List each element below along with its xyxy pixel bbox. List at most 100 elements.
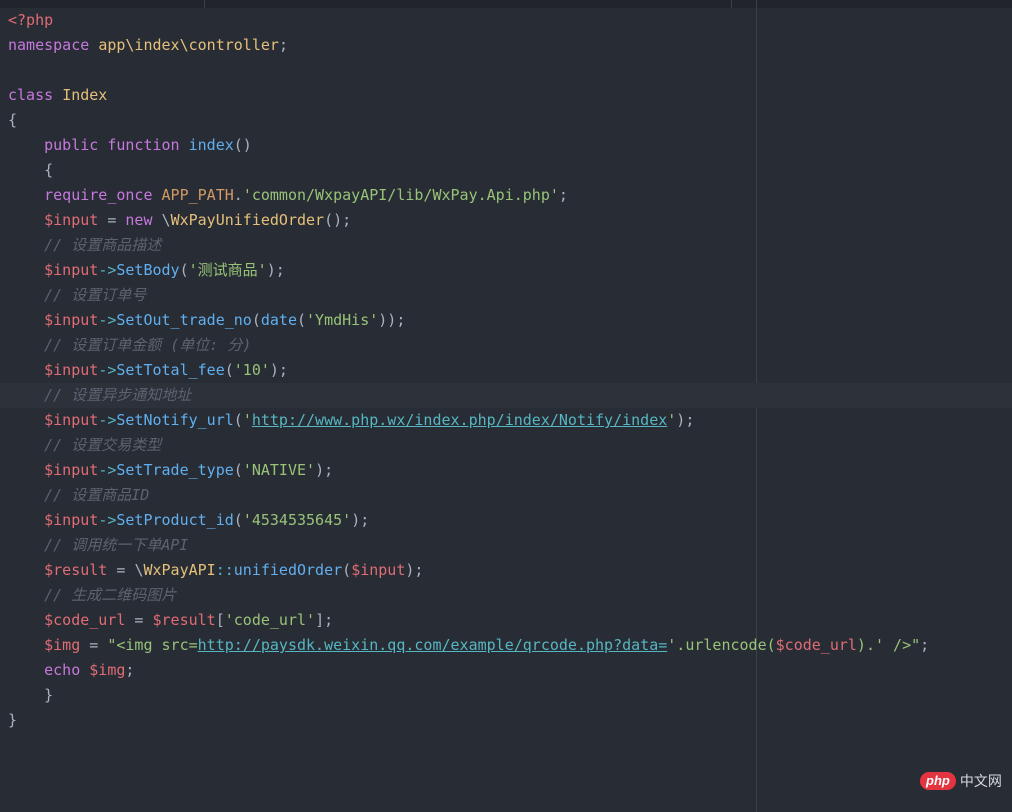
code-line[interactable]: $input->SetProduct_id('4534535645'); (0, 508, 1012, 533)
code-token: $result (152, 611, 216, 629)
code-token: :: (215, 561, 234, 579)
code-line[interactable]: { (0, 108, 1012, 133)
php-logo: php (920, 772, 956, 790)
code-line[interactable]: $input = new \WxPayUnifiedOrder(); (0, 208, 1012, 233)
code-token: ; (125, 661, 135, 679)
code-token: $input (8, 211, 99, 229)
code-line[interactable]: $img = "<img src=http://paysdk.weixin.qq… (0, 633, 1012, 658)
code-line[interactable]: require_once APP_PATH.'common/WxpayAPI/l… (0, 183, 1012, 208)
code-token: <?php (8, 11, 54, 29)
code-token: index (188, 136, 234, 154)
code-token: 'code_url' (224, 611, 316, 629)
code-token: SetTrade_type (116, 461, 234, 479)
code-token: // 设置异步通知地址 (8, 386, 192, 404)
code-token: WxPayUnifiedOrder (170, 211, 325, 229)
code-line[interactable]: $code_url = $result['code_url']; (0, 608, 1012, 633)
code-token: 'NATIVE' (242, 461, 316, 479)
code-line[interactable]: <?php (0, 8, 1012, 33)
code-token: $input (351, 561, 406, 579)
code-line-content: // 设置订单金额 (单位: 分) (8, 333, 251, 358)
code-token: ( (233, 461, 243, 479)
code-token: -> (98, 511, 117, 529)
code-token: '10' (233, 361, 270, 379)
code-token: )); (378, 311, 406, 329)
code-line[interactable]: public function index() (0, 133, 1012, 158)
code-token: ]; (315, 611, 334, 629)
code-line-content: // 设置商品ID (8, 483, 149, 508)
code-token: SetBody (116, 261, 180, 279)
code-token: ; (558, 186, 568, 204)
code-line[interactable]: namespace app\index\controller; (0, 33, 1012, 58)
code-line[interactable]: { (0, 158, 1012, 183)
code-line[interactable]: $input->SetBody('测试商品'); (0, 258, 1012, 283)
code-line-content: // 生成二维码图片 (8, 583, 176, 608)
code-token: 'common/WxpayAPI/lib/WxPay.Api.php' (242, 186, 559, 204)
code-line[interactable]: $input->SetTrade_type('NATIVE'); (0, 458, 1012, 483)
code-token: ; (278, 36, 288, 54)
watermark: php 中文网 (920, 770, 1002, 792)
code-token: } (8, 686, 54, 704)
code-line-content: $input = new \WxPayUnifiedOrder(); (8, 208, 351, 233)
code-line[interactable]: // 设置商品描述 (0, 233, 1012, 258)
code-token: new (125, 211, 162, 229)
code-token: { (8, 111, 18, 129)
code-line[interactable]: // 设置商品ID (0, 483, 1012, 508)
code-token: SetOut_trade_no (116, 311, 252, 329)
code-token: = (80, 636, 108, 654)
code-token: ( (342, 561, 352, 579)
code-token: $input (8, 311, 99, 329)
code-token: $result (8, 561, 108, 579)
code-token: -> (98, 411, 117, 429)
code-line-content: // 设置交易类型 (8, 433, 161, 458)
tab-bar (0, 0, 1012, 8)
code-line-content: <?php (8, 8, 53, 33)
code-token: $img (89, 661, 126, 679)
tab-segment[interactable] (205, 0, 732, 8)
code-token: function (107, 136, 189, 154)
watermark-text: 中文网 (959, 773, 1002, 789)
code-line[interactable]: echo $img; (0, 658, 1012, 683)
code-line[interactable]: // 设置订单号 (0, 283, 1012, 308)
code-line[interactable]: // 设置订单金额 (单位: 分) (0, 333, 1012, 358)
code-line[interactable]: } (0, 708, 1012, 733)
code-token: // 调用统一下单API (8, 536, 189, 554)
code-token: SetNotify_url (116, 411, 234, 429)
tab-segment[interactable] (0, 0, 205, 8)
code-token: = (125, 611, 153, 629)
code-line-content: public function index() (8, 133, 252, 158)
code-line[interactable]: // 生成二维码图片 (0, 583, 1012, 608)
code-line[interactable]: class Index (0, 83, 1012, 108)
code-line-content: $input->SetBody('测试商品'); (8, 258, 285, 283)
code-token: ); (405, 561, 424, 579)
code-token: http://www.php.wx/index.php/index/Notify… (251, 411, 668, 429)
code-line-content: // 设置订单号 (8, 283, 146, 308)
code-line-content: { (8, 158, 53, 183)
code-token: $img (8, 636, 81, 654)
code-token: = (98, 211, 126, 229)
code-line[interactable] (0, 58, 1012, 83)
code-token: Index (62, 86, 108, 104)
code-line[interactable]: $result = \WxPayAPI::unifiedOrder($input… (0, 558, 1012, 583)
code-token: $input (8, 411, 99, 429)
code-line-content: class Index (8, 83, 107, 108)
code-token: // 设置订单金额 (单位: 分) (8, 336, 252, 354)
code-token: $code_url (8, 611, 126, 629)
code-line[interactable]: // 调用统一下单API (0, 533, 1012, 558)
code-token: ( (224, 361, 234, 379)
code-line[interactable]: // 设置交易类型 (0, 433, 1012, 458)
code-token: class (8, 86, 63, 104)
code-line[interactable]: } (0, 683, 1012, 708)
code-token: ); (266, 261, 285, 279)
code-token: ( (251, 311, 261, 329)
code-token: // 生成二维码图片 (8, 586, 177, 604)
code-token: ( (297, 311, 307, 329)
code-token: ; (920, 636, 930, 654)
code-token: (); (324, 211, 352, 229)
code-line[interactable]: $input->SetTotal_fee('10'); (0, 358, 1012, 383)
code-token: -> (98, 311, 117, 329)
code-line[interactable]: $input->SetNotify_url('http://www.php.wx… (0, 408, 1012, 433)
code-line[interactable]: // 设置异步通知地址 (0, 383, 1012, 408)
code-token: ( (233, 511, 243, 529)
code-line[interactable]: $input->SetOut_trade_no(date('YmdHis')); (0, 308, 1012, 333)
code-line-content: } (8, 683, 53, 708)
